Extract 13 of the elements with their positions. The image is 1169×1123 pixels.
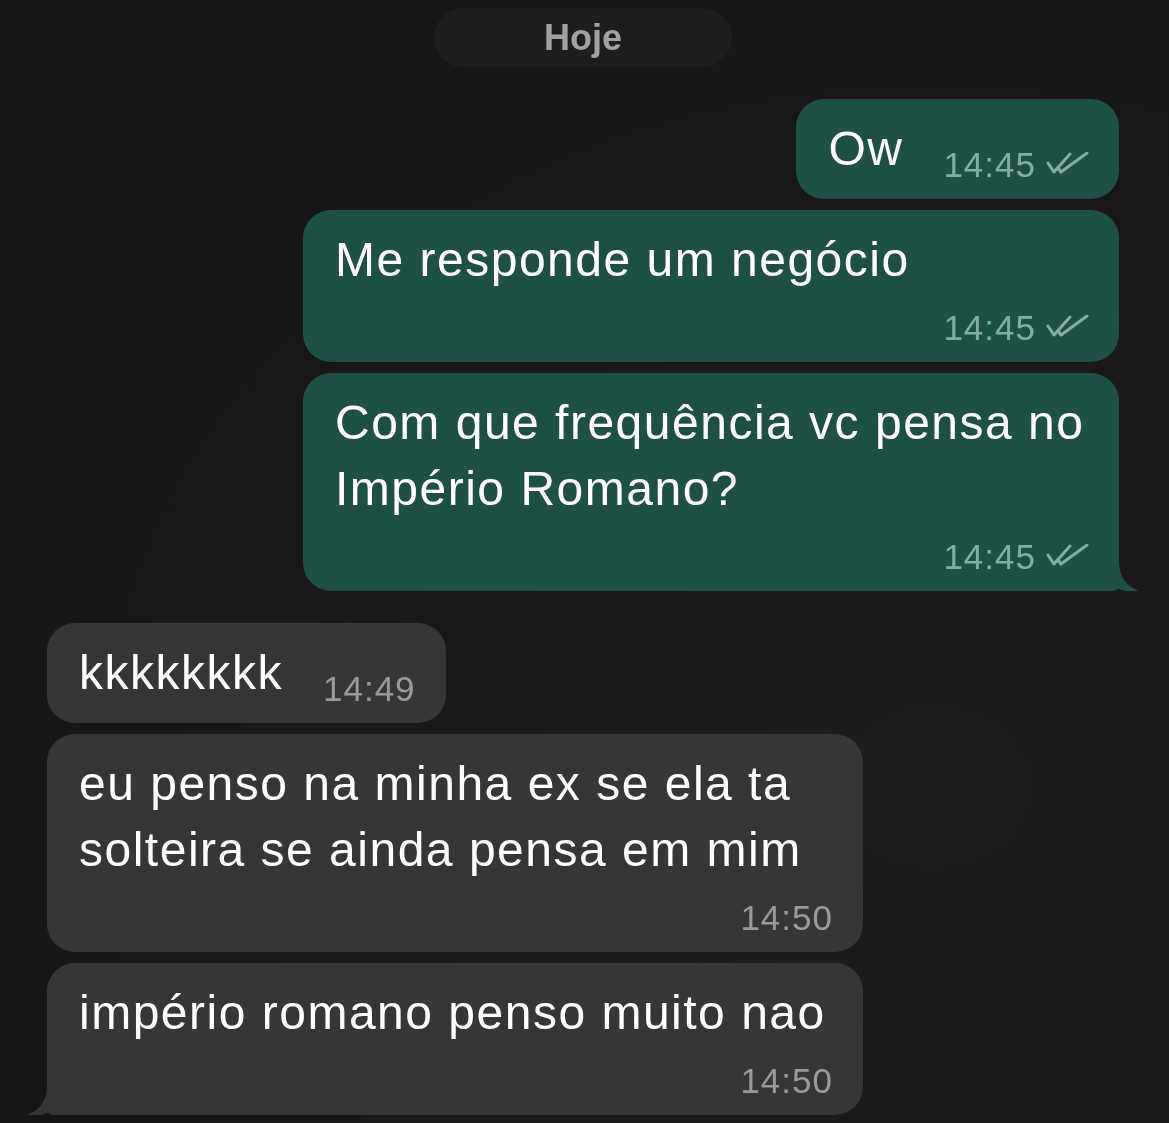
message-time: 14:50 [740,1064,833,1098]
message-text: Com que frequência vc pensa no Império Romano? [335,395,1086,517]
message-time: 14:45 [943,148,1036,182]
message-text: Ow [828,121,904,177]
message-time: 14:50 [740,901,833,935]
message-time: 14:45 [943,540,1036,574]
message-time: 14:49 [323,672,416,706]
message-text: eu penso na minha ex se ela ta solteira se ainda pensa em mim [79,756,803,878]
date-label: Hoje [434,8,732,67]
message-text: Me responde um negócio [335,232,910,288]
message-text: império romano penso muito nao [79,985,826,1041]
message-time: 14:45 [943,311,1036,345]
message-text: kkkkkkkk [79,645,283,701]
